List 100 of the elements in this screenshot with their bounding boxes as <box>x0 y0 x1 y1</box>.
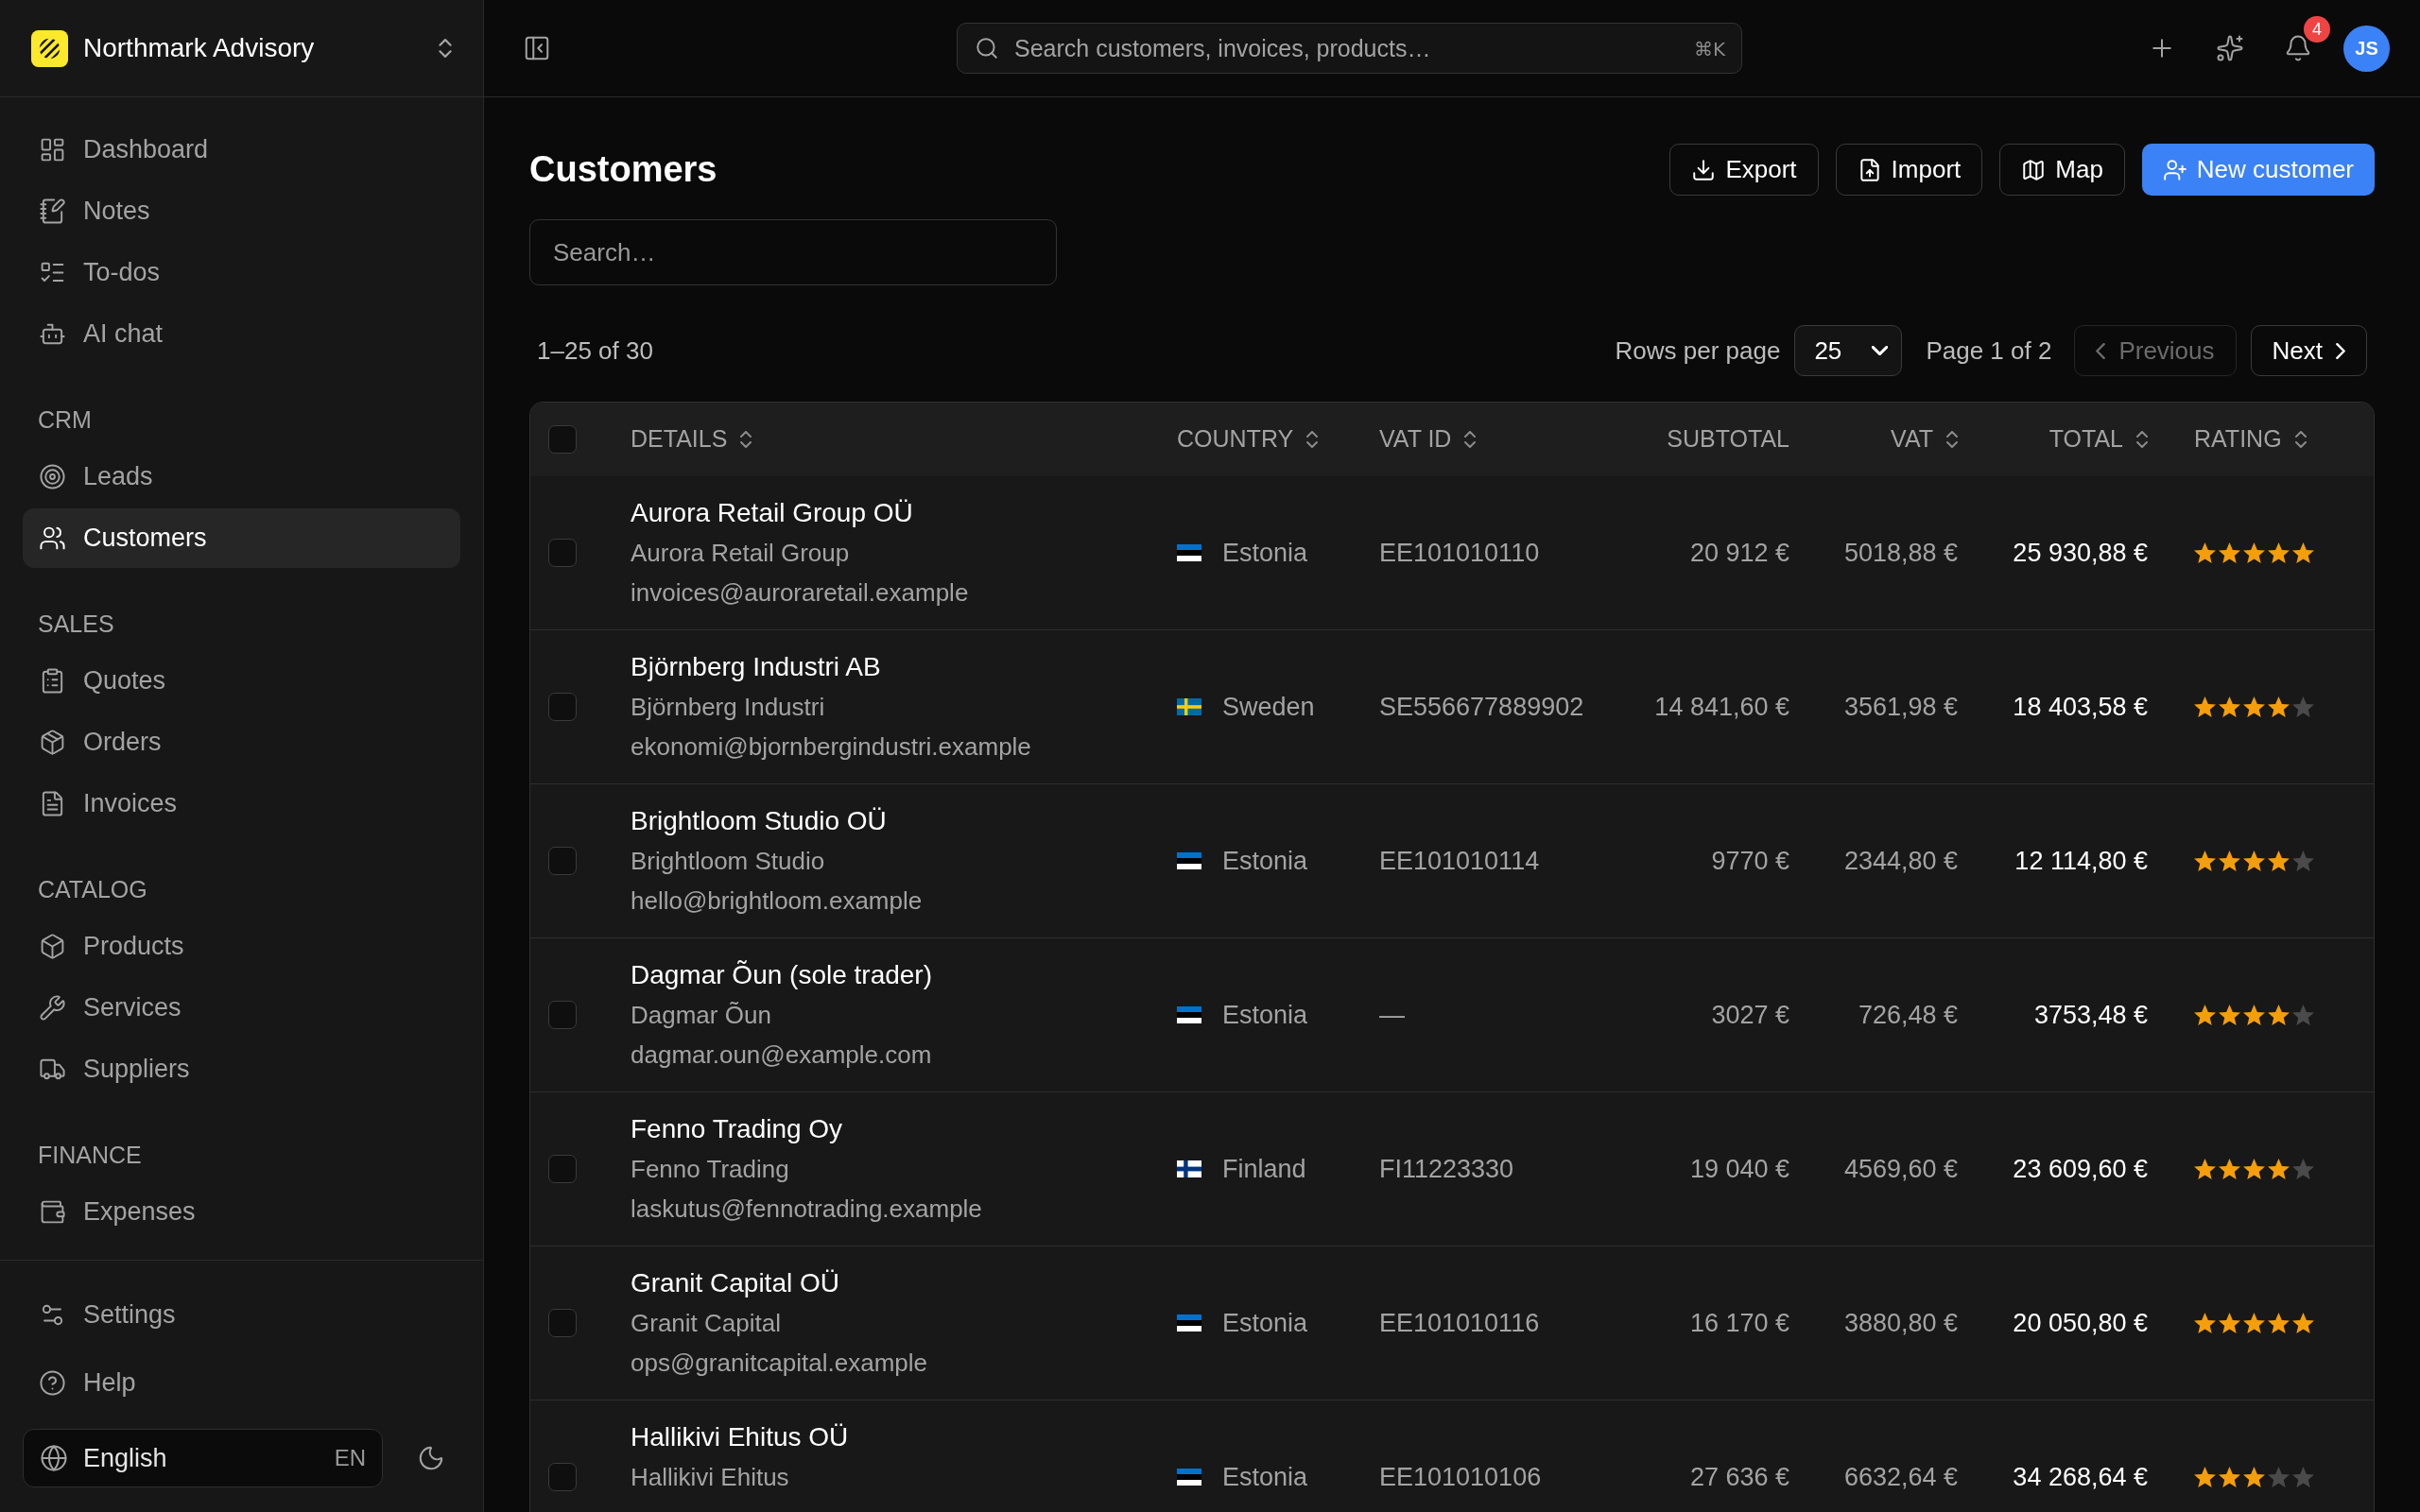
row-checkbox[interactable] <box>548 847 577 875</box>
column-header: SUBTOTAL <box>1667 424 1789 455</box>
rows-per-page-select[interactable]: 25 <box>1794 325 1903 376</box>
workspace-switcher[interactable]: Northmark Advisory <box>23 28 460 68</box>
country-name: Sweden <box>1222 691 1315 723</box>
company-name: Dagmar Õun <box>631 1000 772 1031</box>
row-checkbox[interactable] <box>548 693 577 721</box>
vat-id: EE101010106 <box>1379 1461 1542 1493</box>
star-icon <box>2219 696 2240 717</box>
nav-item[interactable]: Settings <box>23 1285 460 1345</box>
star-icon <box>2219 1159 2240 1179</box>
language-select[interactable]: English EN <box>23 1429 383 1487</box>
star-icon <box>2194 1005 2216 1025</box>
nav-item[interactable]: AI chat <box>23 304 460 364</box>
customer-name: Hallikivi Ehitus OÜ <box>631 1421 850 1453</box>
company-name: Fenno Trading <box>631 1154 790 1185</box>
email-text: ekonomi@bjornbergindustri.example <box>631 731 1032 763</box>
sort-icon <box>1946 431 1958 448</box>
company-name: Hallikivi Ehitus <box>631 1462 790 1493</box>
vat-id: FI11223330 <box>1379 1153 1514 1185</box>
section-label: FINANCE <box>38 1141 142 1171</box>
star-icon <box>2268 696 2290 717</box>
target-icon <box>39 463 66 490</box>
next-button[interactable]: Next <box>2250 325 2367 376</box>
flag-icon <box>1177 1469 1201 1486</box>
import-button[interactable]: Import <box>1835 144 1983 196</box>
column-header[interactable]: RATING <box>2194 421 2307 457</box>
customer-name: Aurora Retail Group OÜ <box>631 497 914 529</box>
sort-icon <box>1464 431 1477 448</box>
nav-item[interactable]: Notes <box>23 181 460 241</box>
map-button[interactable]: Map <box>1999 144 2125 196</box>
column-header[interactable]: VAT <box>1891 421 1958 457</box>
company-name: Aurora Retail Group <box>631 538 851 569</box>
vat-amount: 6632,64 € <box>1843 1461 1958 1493</box>
row-checkbox[interactable] <box>548 1463 577 1491</box>
search-field[interactable]: Search… <box>529 219 1057 285</box>
nav-item[interactable]: To-dos <box>23 243 460 302</box>
nav-item[interactable]: Suppliers <box>23 1040 460 1099</box>
user-avatar[interactable]: JS <box>2343 25 2390 72</box>
total-amount: 3753,48 € <box>2033 999 2148 1031</box>
star-icon <box>2194 1159 2216 1179</box>
dashboard-icon <box>39 136 66 163</box>
star-icon <box>2243 1159 2265 1179</box>
export-button[interactable]: Export <box>1669 144 1819 196</box>
star-icon <box>2268 1313 2290 1333</box>
logo-icon <box>31 29 68 67</box>
star-icon <box>2292 1467 2314 1487</box>
page-indicator: Page 1 of 2 <box>1926 335 2052 367</box>
column-header[interactable]: TOTAL <box>2048 421 2148 457</box>
nav-item[interactable]: Expenses <box>23 1182 460 1242</box>
row-checkbox[interactable] <box>548 1155 577 1183</box>
vat-amount: 3561,98 € <box>1843 691 1958 723</box>
star-icon <box>2243 1005 2265 1025</box>
nav-item[interactable]: Invoices <box>23 774 460 833</box>
star-icon <box>2219 850 2240 871</box>
rows-per-page-label: Rows per page <box>1615 335 1781 367</box>
subtotal-amount: 16 170 € <box>1689 1307 1789 1339</box>
country-name: Estonia <box>1222 1461 1308 1493</box>
nav-item[interactable]: Leads <box>23 447 460 507</box>
nav-item[interactable]: Products <box>23 917 460 976</box>
add-user-icon <box>2162 157 2187 182</box>
total-amount: 23 609,60 € <box>2013 1153 2148 1185</box>
select-all-checkbox[interactable] <box>548 425 577 454</box>
star-icon <box>2219 542 2240 563</box>
notification-count: 4 <box>2304 16 2330 43</box>
row-checkbox[interactable] <box>548 539 577 567</box>
company-name: Brightloom Studio <box>631 846 826 877</box>
nav-item[interactable]: Help <box>23 1353 460 1413</box>
nav-item[interactable]: Orders <box>23 713 460 772</box>
new-customer-button[interactable]: New customer <box>2141 144 2375 196</box>
vat-id: — <box>1379 999 1405 1031</box>
globe-icon <box>40 1444 68 1472</box>
customer-name: Björnberg Industri AB <box>631 651 882 683</box>
vat-amount: 3880,80 € <box>1843 1307 1958 1339</box>
sort-icon <box>1306 431 1319 448</box>
column-header[interactable]: COUNTRY <box>1177 421 1319 457</box>
total-amount: 12 114,80 € <box>2014 845 2148 877</box>
total-amount: 25 930,88 € <box>2013 537 2148 569</box>
column-header[interactable]: DETAILS <box>631 421 752 457</box>
download-icon <box>1691 157 1717 182</box>
star-icon <box>2219 1313 2240 1333</box>
star-icon <box>2194 1467 2216 1487</box>
star-icon <box>2194 542 2216 563</box>
cube-icon <box>39 933 66 960</box>
subtotal-amount: 27 636 € <box>1689 1461 1789 1493</box>
nav-item[interactable]: Dashboard <box>23 120 460 180</box>
email-text: laskutus@fennotrading.example <box>631 1194 983 1225</box>
nav-item[interactable]: Customers <box>23 508 460 568</box>
column-header[interactable]: VAT ID <box>1379 421 1477 457</box>
row-checkbox[interactable] <box>548 1001 577 1029</box>
row-checkbox[interactable] <box>548 1309 577 1337</box>
wallet-icon <box>39 1198 66 1226</box>
flag-icon <box>1177 1006 1201 1023</box>
flag-icon <box>1177 544 1201 561</box>
nav-item[interactable]: Services <box>23 978 460 1038</box>
nav-item[interactable]: Quotes <box>23 651 460 711</box>
results-range: 1–25 of 30 <box>537 335 653 367</box>
company-name: Björnberg Industri <box>631 692 826 723</box>
flag-icon <box>1177 1314 1201 1332</box>
star-icon <box>2268 1005 2290 1025</box>
